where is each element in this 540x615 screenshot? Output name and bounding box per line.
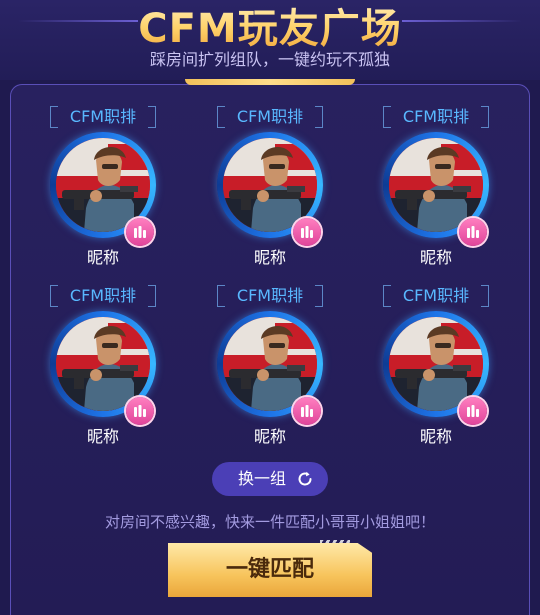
panel-tab-accent bbox=[185, 79, 355, 85]
page-subtitle: 踩房间扩列组队，一键约玩不孤独 bbox=[149, 50, 390, 69]
avatar-ring[interactable] bbox=[383, 132, 489, 246]
player-tag: CFM职排 bbox=[50, 283, 156, 309]
player-nickname: 昵称 bbox=[419, 427, 452, 446]
player-tag: CFM职排 bbox=[50, 104, 156, 130]
quick-match-button[interactable]: 一键匹配 bbox=[168, 543, 372, 597]
player-tag: CFM职排 bbox=[383, 104, 489, 130]
refresh-group-label: 换一组 bbox=[237, 469, 286, 488]
audio-bars-icon bbox=[293, 397, 321, 425]
player-nickname: 昵称 bbox=[86, 427, 119, 446]
player-card[interactable]: CFM职排 昵称 bbox=[210, 283, 330, 453]
player-card[interactable]: CFM职排 昵称 bbox=[376, 104, 496, 274]
player-tag: CFM职排 bbox=[217, 283, 323, 309]
avatar-ring[interactable] bbox=[383, 311, 489, 425]
avatar-ring[interactable] bbox=[217, 311, 323, 425]
refresh-group-button[interactable]: 换一组 bbox=[212, 462, 328, 496]
audio-bars-icon bbox=[459, 218, 487, 246]
player-tag: CFM职排 bbox=[383, 283, 489, 309]
player-card[interactable]: CFM职排 昵称 bbox=[43, 283, 163, 453]
avatar-ring[interactable] bbox=[50, 311, 156, 425]
player-nickname: 昵称 bbox=[253, 427, 286, 446]
player-nickname: 昵称 bbox=[86, 248, 119, 267]
player-nickname: 昵称 bbox=[253, 248, 286, 267]
avatar-ring[interactable] bbox=[217, 132, 323, 246]
match-hint-text: 对房间不感兴趣，快来一件匹配小哥哥小姐姐吧！ bbox=[104, 513, 435, 531]
audio-bars-icon bbox=[126, 397, 154, 425]
refresh-icon bbox=[298, 471, 312, 486]
audio-bars-icon bbox=[459, 397, 487, 425]
avatar-ring[interactable] bbox=[50, 132, 156, 246]
player-card[interactable]: CFM职排 昵称 bbox=[210, 104, 330, 274]
audio-bars-icon bbox=[126, 218, 154, 246]
player-card[interactable]: CFM职排 昵称 bbox=[376, 283, 496, 453]
player-tag: CFM职排 bbox=[217, 104, 323, 130]
player-card[interactable]: CFM职排 昵称 bbox=[43, 104, 163, 274]
player-nickname: 昵称 bbox=[419, 248, 452, 267]
audio-bars-icon bbox=[293, 218, 321, 246]
